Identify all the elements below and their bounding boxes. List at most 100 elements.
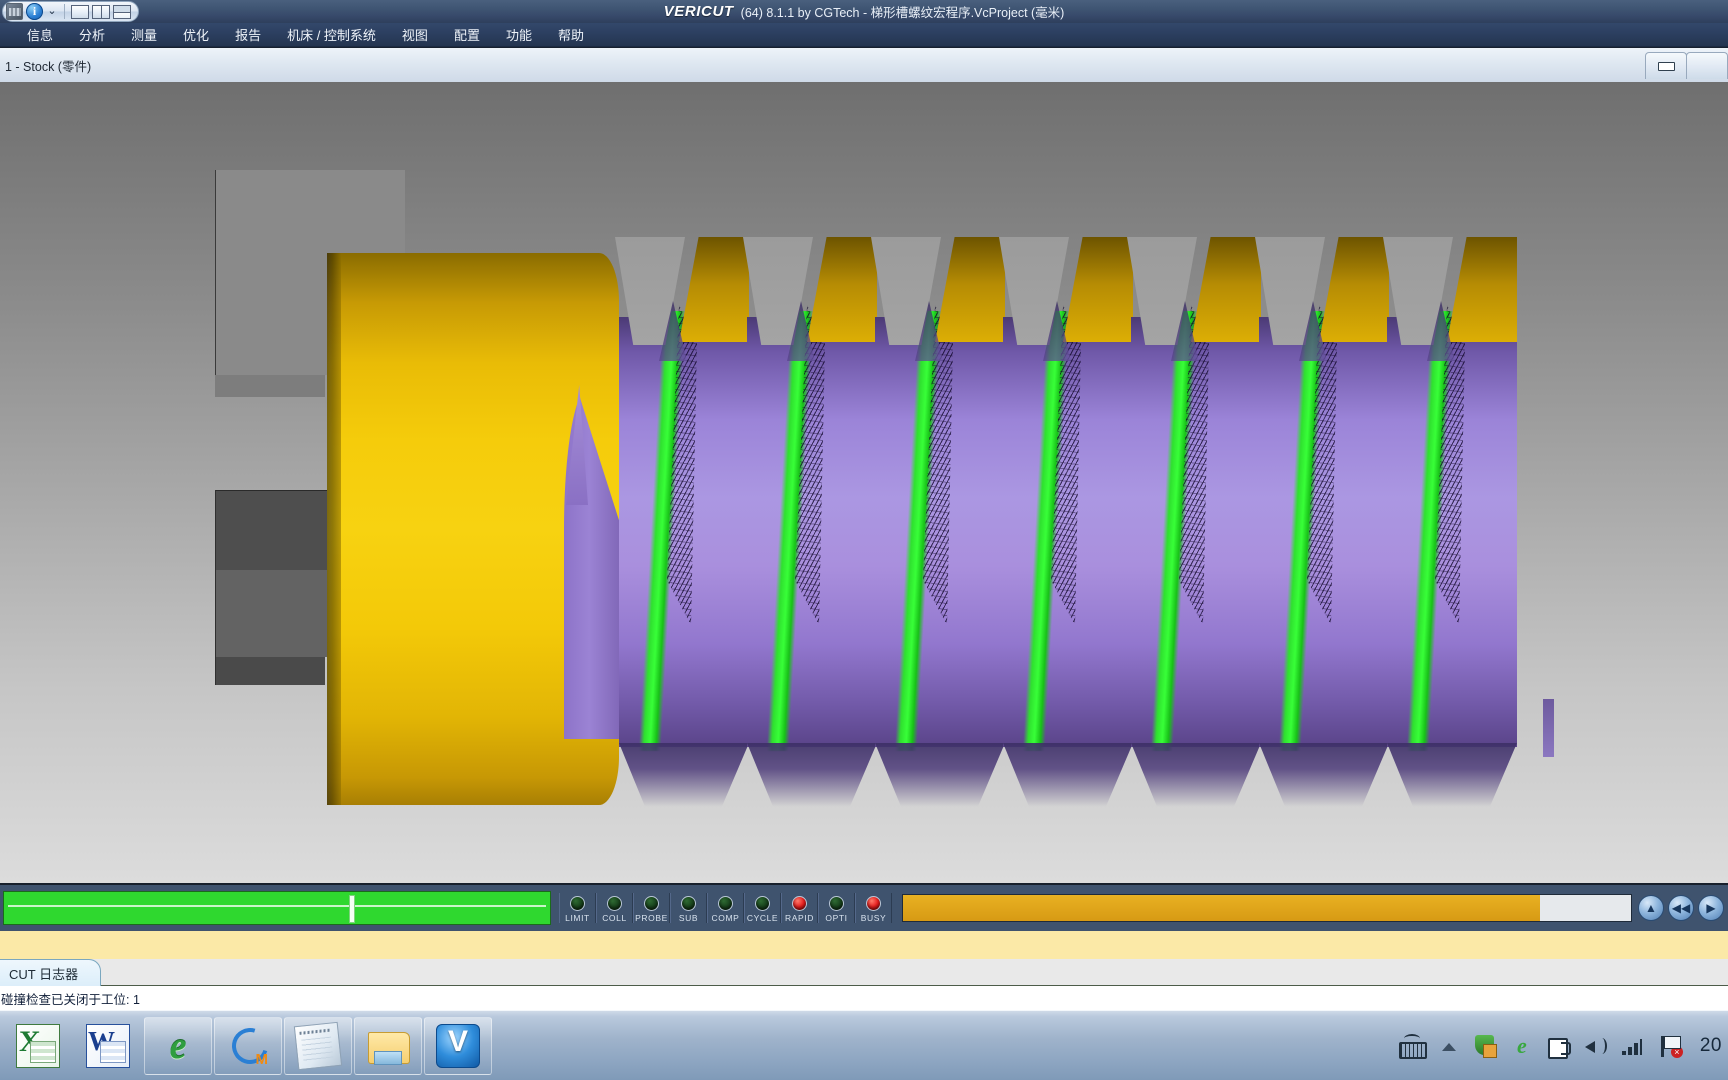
window-title: (64) 8.1.1 by CGTech - 梯形槽螺纹宏程序.VcProjec… [740, 6, 1065, 20]
keyboard-icon[interactable] [1398, 1033, 1427, 1059]
action-center-flag-icon[interactable]: × [1657, 1033, 1683, 1059]
system-tray: × 20 [1398, 1033, 1728, 1059]
play-button[interactable]: ▶ [1698, 895, 1724, 921]
eject-button[interactable]: ▲ [1638, 895, 1664, 921]
taskbar-item-internet-explorer[interactable] [144, 1016, 212, 1075]
word-icon [86, 1023, 130, 1068]
vericut-app-icon[interactable] [6, 3, 23, 20]
tab-cut-logger[interactable]: CUT 日志器 [0, 959, 102, 986]
status-led-probe[interactable]: PROBE [633, 893, 670, 923]
opti-led-icon [829, 896, 844, 911]
taskbar-item-notepad[interactable] [284, 1016, 352, 1075]
thread-turn [1127, 237, 1261, 827]
layout-split-vertical-icon[interactable] [92, 4, 110, 19]
menu-item-help[interactable]: 帮助 [545, 22, 597, 47]
taskbar-item-word[interactable] [74, 1017, 142, 1075]
thread-turn [615, 237, 749, 827]
restore-button[interactable] [1686, 52, 1728, 79]
status-led-limit[interactable]: LIMIT [559, 893, 596, 923]
log-line: 碰撞检查已关闭于工位: 1 [1, 993, 140, 1007]
vericut-application-window: i ⌄ VERICUT (64) 8.1.1 by CGTech - 梯形槽螺纹… [0, 0, 1728, 1080]
feed-rate-bar-group [902, 894, 1632, 922]
thread-turn [871, 237, 1005, 827]
status-led-rapid[interactable]: RAPID [781, 893, 818, 923]
menu-item-info[interactable]: 信息 [14, 22, 66, 47]
notepad-icon [293, 1021, 343, 1070]
security-shield-icon[interactable] [1472, 1033, 1498, 1059]
info-icon[interactable]: i [26, 3, 43, 20]
led-label: OPTI [825, 913, 848, 923]
status-led-busy[interactable]: BUSY [855, 893, 892, 923]
menu-item-machine-control[interactable]: 机床 / 控制系统 [274, 22, 389, 47]
status-led-coll[interactable]: COLL [596, 893, 633, 923]
taskbar-item-file-explorer[interactable] [354, 1016, 422, 1075]
thread-turn [1255, 237, 1389, 827]
vericut-icon [436, 1023, 480, 1068]
chuck-jaw-upper-step [215, 375, 325, 397]
battery-icon[interactable] [1546, 1033, 1572, 1059]
busy-led-icon [866, 896, 881, 911]
stock-label: 1 - Stock (零件) [5, 59, 92, 74]
mastercam-icon [226, 1024, 270, 1068]
thread-turn [1383, 237, 1517, 827]
rapid-led-icon [792, 896, 807, 911]
taskbar-item-excel[interactable] [4, 1017, 72, 1075]
rewind-button[interactable]: ◀◀ [1668, 895, 1694, 921]
menu-item-measure[interactable]: 测量 [118, 22, 170, 47]
log-tab-strip: CUT 日志器 [0, 959, 1728, 986]
internet-explorer-tray-icon[interactable] [1509, 1033, 1535, 1059]
simulation-viewport[interactable] [0, 82, 1728, 883]
minimize-icon [1657, 61, 1675, 71]
menu-item-report[interactable]: 报告 [222, 22, 274, 47]
chuck-jaw-lower-step [215, 657, 325, 685]
menu-item-analysis[interactable]: 分析 [66, 22, 118, 47]
stock-cylinder-left-face [327, 253, 341, 805]
action-center-alert-badge: × [1670, 1045, 1683, 1058]
menu-item-config[interactable]: 配置 [441, 22, 493, 47]
network-signal-icon[interactable] [1620, 1033, 1646, 1059]
menu-item-optimize[interactable]: 优化 [170, 22, 222, 47]
menu-bar: 信息 分析 测量 优化 报告 机床 / 控制系统 视图 配置 功能 帮助 [0, 23, 1728, 47]
limit-led-icon [570, 896, 585, 911]
menu-item-view[interactable]: 视图 [389, 22, 441, 47]
machined-part-3d-model [0, 82, 1728, 883]
excel-icon [16, 1023, 60, 1068]
show-hidden-icons-icon[interactable] [1435, 1033, 1461, 1059]
fixture-edge-lower [215, 490, 216, 685]
simulation-status-bar: LIMIT COLL PROBE SUB COMP CYCLE RAPID OP… [0, 883, 1728, 931]
feed-rate-bar[interactable] [902, 894, 1632, 922]
led-label: BUSY [860, 913, 887, 923]
taskbar-clock[interactable]: 20 [1694, 1035, 1722, 1057]
thread-turn [743, 237, 877, 827]
volume-icon[interactable] [1583, 1033, 1609, 1059]
tailstock-marker [1543, 699, 1554, 757]
folder-icon [366, 1024, 410, 1068]
windows-taskbar: × 20 [0, 1010, 1728, 1080]
stock-window-buttons [1645, 52, 1728, 81]
led-label: PROBE [635, 913, 668, 923]
status-led-opti[interactable]: OPTI [818, 893, 855, 923]
led-label: COMP [711, 913, 740, 923]
coll-led-icon [607, 896, 622, 911]
status-led-sub[interactable]: SUB [670, 893, 707, 923]
minimize-button[interactable] [1645, 52, 1687, 79]
simulation-progress-bar[interactable] [3, 891, 551, 925]
window-title-group: VERICUT (64) 8.1.1 by CGTech - 梯形槽螺纹宏程序.… [0, 0, 1728, 23]
quick-access-toolbar: i ⌄ [2, 1, 139, 22]
menu-item-function[interactable]: 功能 [493, 22, 545, 47]
cycle-led-icon [755, 896, 770, 911]
feed-rate-fill [903, 895, 1540, 921]
taskbar-item-vericut[interactable] [424, 1016, 492, 1075]
ie-icon [156, 1024, 200, 1068]
taskbar-item-mastercam[interactable] [214, 1016, 282, 1075]
chevron-down-icon[interactable]: ⌄ [46, 3, 58, 20]
layout-split-horizontal-icon[interactable] [113, 4, 131, 19]
status-led-cycle[interactable]: CYCLE [744, 893, 781, 923]
led-label: LIMIT [565, 913, 590, 923]
layout-single-icon[interactable] [71, 4, 89, 19]
led-label: SUB [678, 913, 699, 923]
vericut-brand: VERICUT [663, 3, 734, 20]
log-message-area[interactable]: 碰撞检查已关闭于工位: 1 [0, 986, 1728, 1010]
status-led-comp[interactable]: COMP [707, 893, 744, 923]
progress-marker[interactable] [349, 895, 355, 923]
